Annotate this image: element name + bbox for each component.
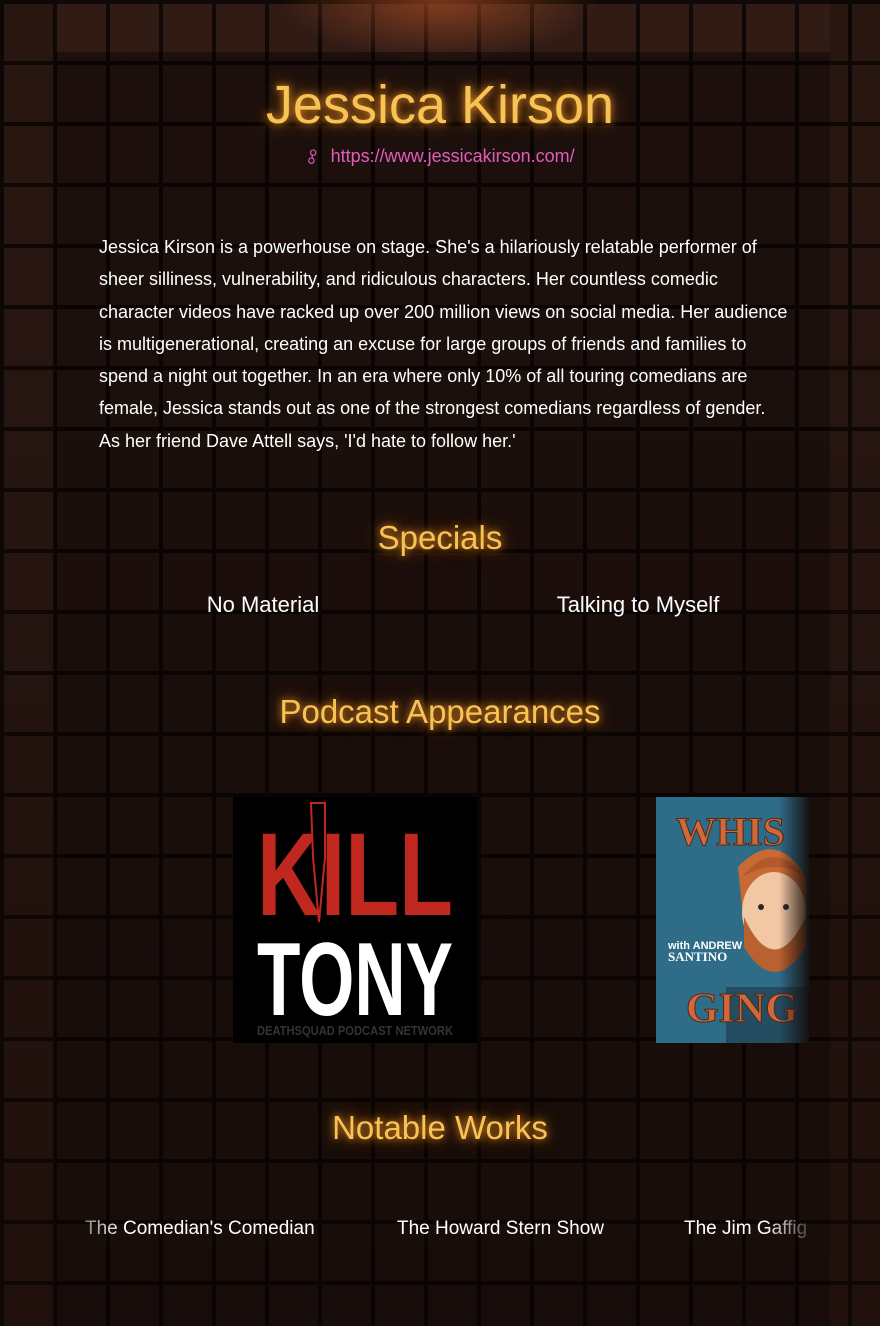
comedian-bio: Jessica Kirson is a powerhouse on stage.… bbox=[99, 237, 788, 451]
podcast-host: SANTINO bbox=[668, 949, 727, 964]
notable-work-item[interactable]: The Jim Gaffig bbox=[684, 1218, 807, 1240]
link-icon: ☍ bbox=[301, 145, 325, 169]
podcast-title-bottom: TONY bbox=[257, 922, 453, 1038]
website-link[interactable]: ☍ https://www.jessicakirson.com/ bbox=[0, 145, 880, 169]
website-url[interactable]: https://www.jessicakirson.com/ bbox=[331, 146, 575, 166]
specials-heading: Specials bbox=[377, 519, 503, 556]
special-item[interactable]: No Material bbox=[113, 592, 413, 618]
notable-work-item[interactable]: The Howard Stern Show bbox=[397, 1218, 604, 1240]
notable-work-item[interactable]: The Comedian's Comedian bbox=[85, 1218, 315, 1240]
carousel-fade bbox=[779, 797, 809, 1043]
podcast-carousel[interactable]: KILL TONY DEATHSQUAD PODCAST NETWORK WHI… bbox=[55, 797, 809, 1043]
podcast-title-top: WHIS bbox=[676, 809, 785, 854]
special-item[interactable]: Talking to Myself bbox=[488, 592, 788, 618]
podcast-network: DEATHSQUAD PODCAST NETWORK bbox=[257, 1023, 454, 1038]
podcast-appearances-heading: Podcast Appearances bbox=[279, 693, 601, 730]
podcast-cover-kill-tony[interactable]: KILL TONY DEATHSQUAD PODCAST NETWORK bbox=[233, 797, 477, 1043]
notable-works-carousel[interactable]: The Comedian's Comedian The Howard Stern… bbox=[85, 1212, 809, 1248]
comedian-name: Jessica Kirson bbox=[265, 75, 615, 135]
notable-works-heading: Notable Works bbox=[332, 1109, 548, 1146]
